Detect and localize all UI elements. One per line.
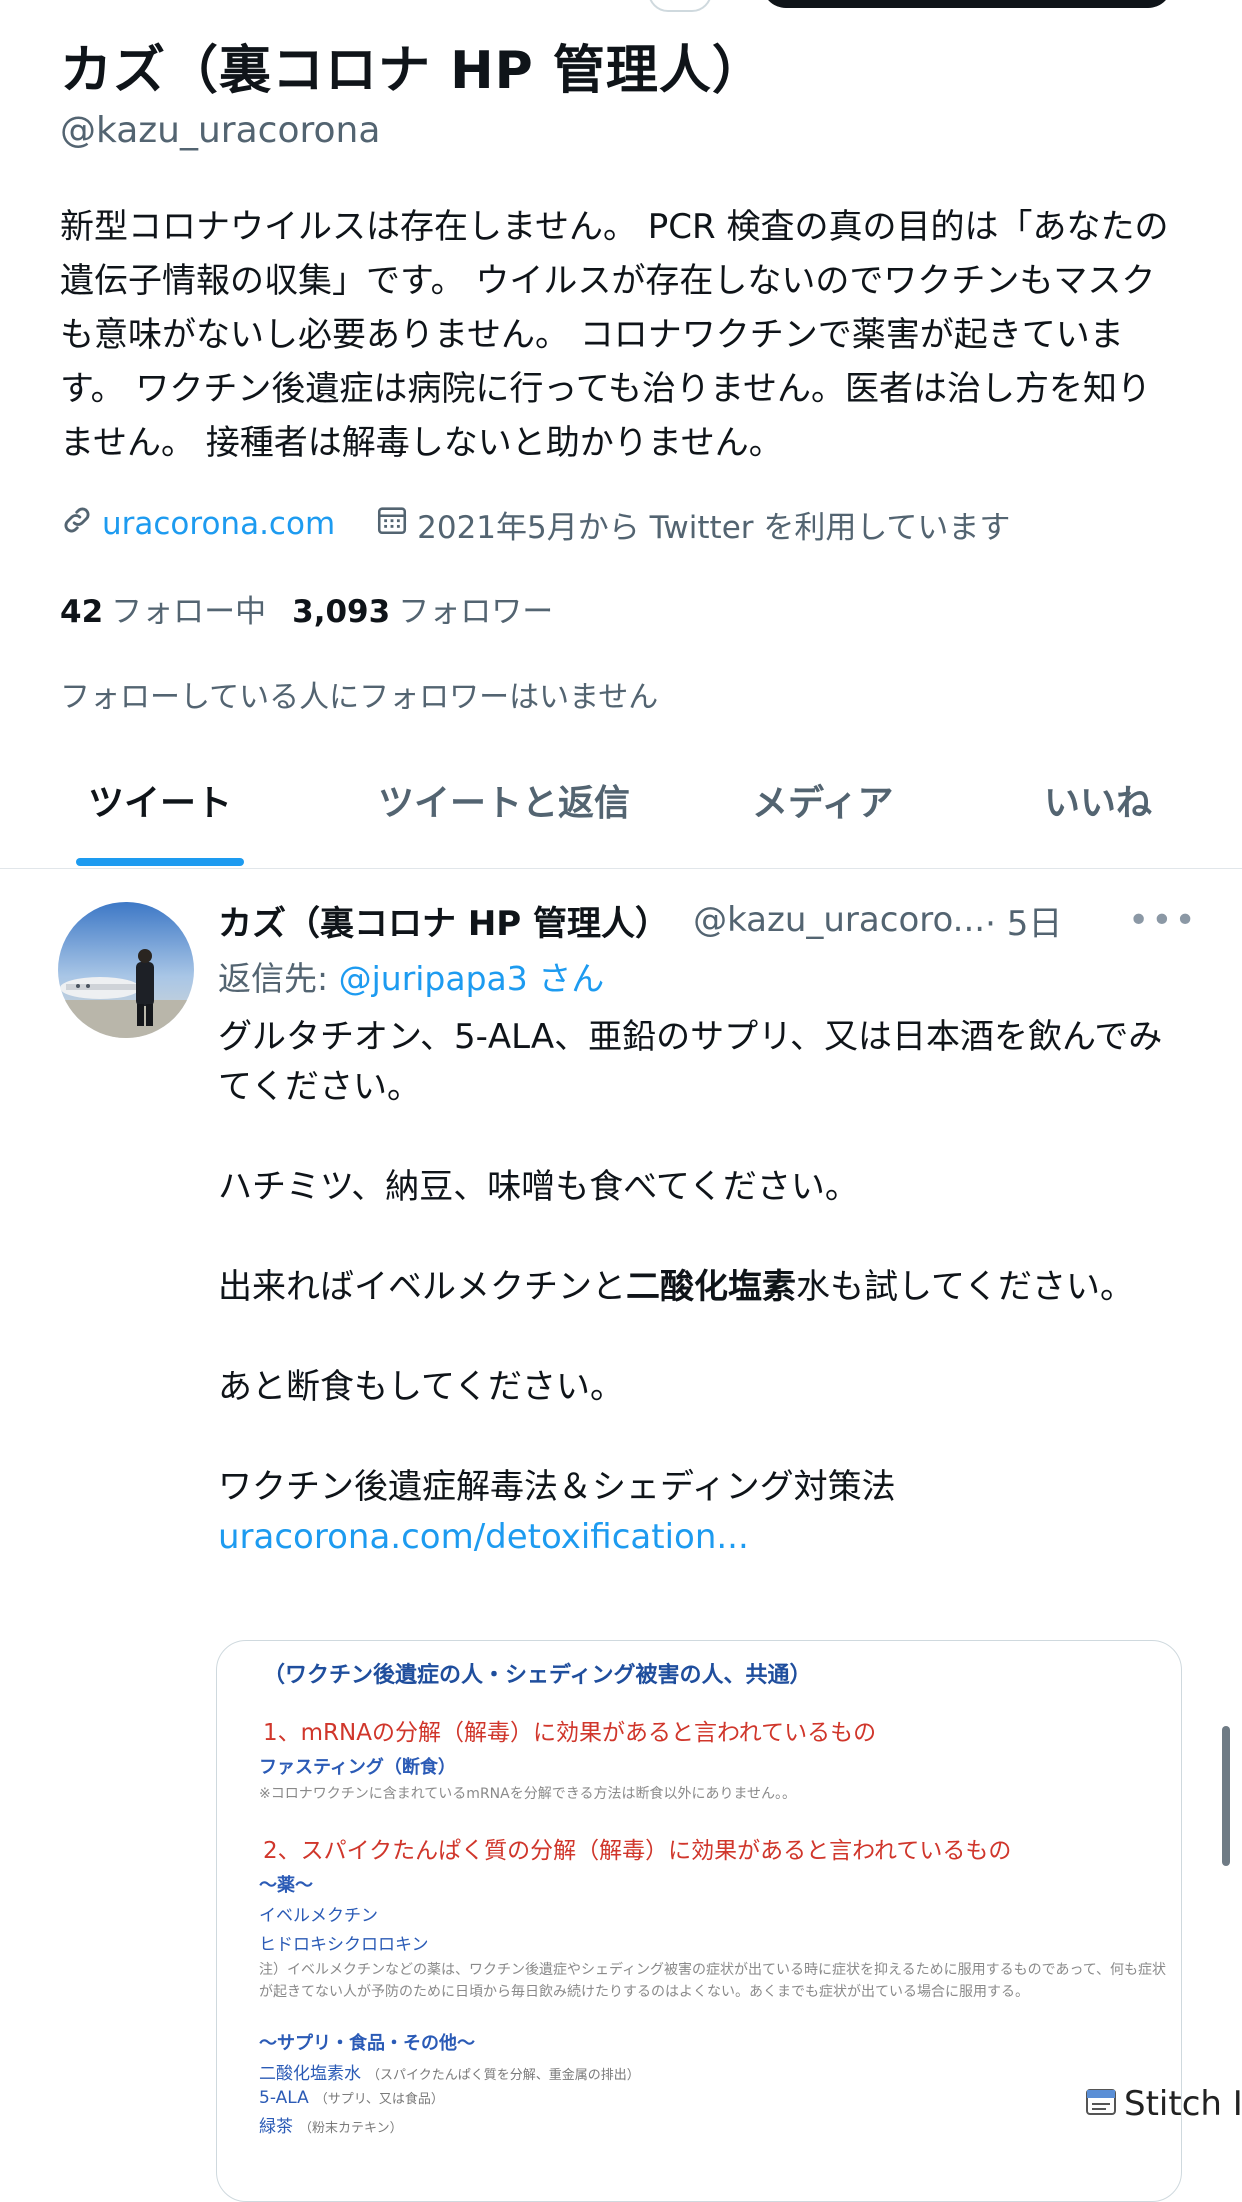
followers-link[interactable]: 3,093 フォロワー [292,594,553,630]
card-item: 5-ALA （サプリ、又は食品） [259,2088,1169,2108]
more-options-button[interactable] [648,0,712,12]
tweet-text-run: 水も試してください。 [796,1267,1134,1307]
card-note: ※コロナワクチンに含まれているmRNAを分解できる方法は断食以外にありません。。 [259,1786,797,1802]
reply-mention[interactable]: @juripapa3 さん [339,959,605,998]
stitch-label: Stitch It! [1124,2084,1242,2124]
stitch-icon [1086,2084,1124,2124]
tweet-author-handle[interactable]: @kazu_uracoro... [693,900,985,940]
tweet-author-name[interactable]: カズ（裏コロナ HP 管理人） [218,896,669,945]
tab-tweets-replies[interactable]: ツイートと返信 [378,774,630,826]
card-subheading: 〜サプリ・食品・その他〜 [259,2033,475,2054]
reply-to: 返信先: @juripapa3 さん [218,952,604,1000]
card-item: ファスティング（断食） [259,1757,456,1778]
tweet-text-bold: 二酸化塩素 [626,1267,796,1307]
card-subheading: 〜薬〜 [259,1875,313,1896]
stitch-watermark: Stitch It! [1086,2084,1242,2124]
link-icon [60,503,94,545]
tweet-text: グルタチオン、5-ALA、亜鉛のサプリ、又は日本酒を飲んでみてください。 ハチミ… [218,1012,1178,1562]
profile-bio: 新型コロナウイルスは存在しません。 PCR 検査の真の目的は「あなたの遺伝子情報… [60,207,1169,463]
following-link[interactable]: 42 フォロー中 [60,594,266,630]
card-item: ヒドロキシクロロキン [259,1935,429,1955]
profile-name: カズ（裏コロナ HP 管理人） [60,41,765,101]
followers-label: フォロワー [398,594,554,630]
card-title: （ワクチン後遺症の人・シェディング被害の人、共通） [263,1663,812,1688]
tweet-paragraph: 出来ればイベルメクチンと二酸化塩素水も試してください。 [218,1262,1178,1312]
tweet-link[interactable]: uracorona.com/detoxification... [218,1517,749,1557]
tweet-paragraph: ワクチン後遺症解毒法＆シェディング対策法 uracorona.com/detoxi… [218,1462,1178,1562]
card-content: （ワクチン後遺症の人・シェディング被害の人、共通） 1、mRNAの分解（解毒）に… [249,1657,1169,2141]
following-label: フォロー中 [111,594,267,630]
followers-count: 3,093 [292,594,391,630]
tweet-paragraph: あと断食もしてください。 [218,1367,624,1407]
tab-tweets[interactable]: ツイート [88,774,232,826]
card-item: 二酸化塩素水 （スパイクたんぱく質を分解、重金属の排出） [259,2059,1169,2084]
card-item-label: 二酸化塩素水 [259,2064,361,2084]
more-icon[interactable]: ••• [1128,900,1198,941]
tab-media[interactable]: メディア [752,774,893,826]
website-link[interactable]: uracorona.com [102,506,335,542]
link-preview-card[interactable]: （ワクチン後遺症の人・シェディング被害の人、共通） 1、mRNAの分解（解毒）に… [216,1640,1182,2202]
avatar[interactable] [58,902,194,1038]
card-item: イベルメクチン [259,1906,378,1926]
reply-prefix: 返信先: [218,959,339,998]
card-item-note: （サプリ、又は食品） [314,2092,444,2107]
card-item-note: （粉末カテキン） [299,2121,403,2136]
card-item-label: 5-ALA [259,2088,309,2108]
card-heading: 2、スパイクたんぱく質の分解（解毒）に効果があると言われているもの [263,1838,1012,1864]
card-item-label: 緑茶 [259,2117,293,2137]
following-count: 42 [60,594,104,630]
calendar-icon [375,503,409,545]
card-note: 注）イベルメクチンなどの薬は、ワクチン後遺症やシェディング被害の症状が出ている時… [259,1962,1167,2000]
card-heading: 1、mRNAの分解（解毒）に効果があると言われているもの [263,1720,877,1746]
active-tab-indicator [76,858,244,866]
follow-button[interactable] [762,0,1172,8]
tweet-text-run: ワクチン後遺症解毒法＆シェディング対策法 [218,1467,896,1507]
tweet-paragraph: グルタチオン、5-ALA、亜鉛のサプリ、又は日本酒を飲んでみてください。 [218,1017,1163,1107]
join-date: 2021年5月から Twitter を利用しています [417,509,1011,546]
tweet-paragraph: ハチミツ、納豆、味噌も食べてください。 [218,1167,859,1207]
tab-likes[interactable]: いいね [1044,774,1152,826]
scrollbar[interactable] [1222,1726,1230,1866]
card-item: 緑茶 （粉末カテキン） [259,2112,1169,2137]
card-item-note: （スパイクたんぱく質を分解、重金属の排出） [367,2068,640,2083]
tweet-text-run: 出来ればイベルメクチンと [218,1267,626,1307]
follow-stats: 42 フォロー中 3,093 フォロワー [60,586,553,631]
profile-handle: @kazu_uracorona [60,110,381,151]
profile-meta: uracorona.com 2021年5月から Twitter を利用しています [60,496,1010,552]
profile-tabs: ツイート ツイートと返信 メディア いいね [0,760,1242,869]
followers-you-know[interactable]: フォローしている人にフォロワーはいません [60,672,658,716]
tweet-header: カズ（裏コロナ HP 管理人） @kazu_uracoro... · 5日 [218,894,1062,946]
tweet-timestamp[interactable]: · 5日 [985,896,1062,945]
